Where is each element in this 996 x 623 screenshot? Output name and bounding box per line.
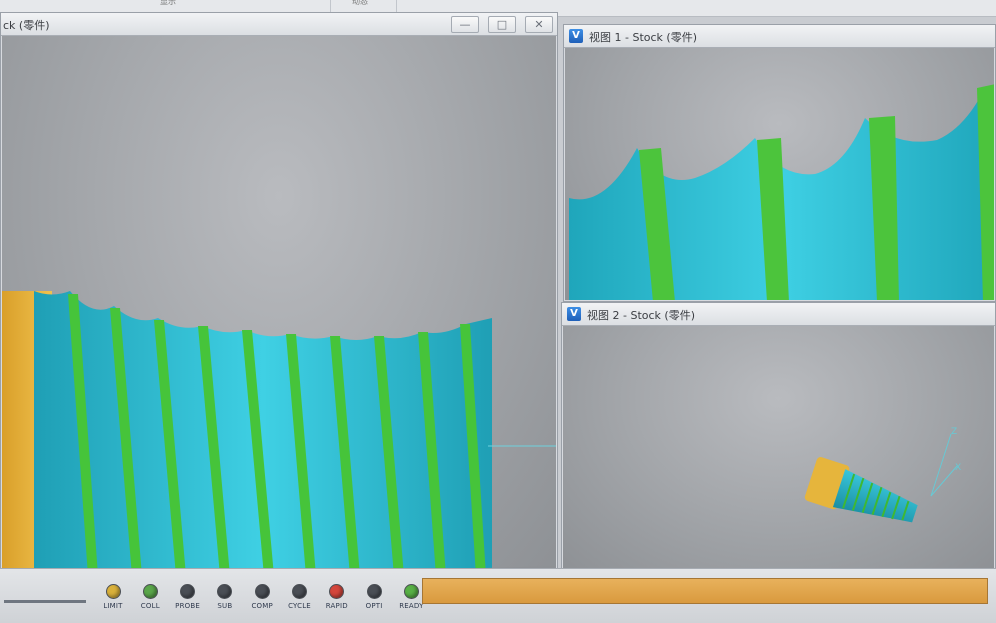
indicator-cycle[interactable]: CYCLE (283, 584, 317, 614)
indicator-label: LIMIT (103, 602, 123, 610)
cycle-lamp-icon (292, 584, 307, 599)
indicator-label: RAPID (325, 602, 348, 610)
indicator-limit[interactable]: LIMIT (96, 584, 130, 614)
top-strip-left-label: 显示 (160, 0, 176, 6)
main-view-window: ck (零件) — □ ✕ (0, 12, 558, 572)
minimize-button[interactable]: — (451, 16, 479, 33)
indicator-opti[interactable]: OPTI (357, 584, 391, 614)
indicator-coll[interactable]: COLL (133, 584, 167, 614)
view1-title: 视图 1 - Stock (零件) (589, 31, 697, 44)
view2-titlebar[interactable]: V 视图 2 - Stock (零件) (562, 303, 995, 326)
view1-titlebar[interactable]: V 视图 1 - Stock (零件) (564, 25, 995, 48)
opti-lamp-icon (366, 584, 382, 599)
view2-part (804, 457, 918, 523)
view1-window: V 视图 1 - Stock (零件) (563, 24, 996, 302)
view2-window: V 视图 2 - Stock (零件) Z X (561, 302, 996, 570)
ready-lamp-icon (403, 584, 419, 599)
rapid-lamp-icon (329, 584, 345, 599)
top-strip-right-label: 动态 (352, 0, 368, 6)
main-stock-model (2, 291, 556, 570)
indicator-label: OPTI (365, 602, 383, 610)
indicator-sub[interactable]: SUB (208, 584, 242, 614)
close-icon: ✕ (534, 18, 544, 31)
axis-triad (930, 433, 958, 497)
probe-lamp-icon (180, 584, 196, 599)
view2-title: 视图 2 - Stock (零件) (587, 309, 695, 322)
indicator-label: CYCLE (288, 602, 311, 610)
indicator-probe[interactable]: PROBE (171, 584, 205, 614)
axis-x-label: X (955, 463, 961, 473)
main-window-titlebar[interactable]: ck (零件) — □ ✕ (1, 13, 557, 36)
view2-stock-overview: Z X (804, 427, 961, 523)
view2-app-icon: V (567, 307, 581, 321)
view1-stock-closeup (569, 84, 994, 300)
view1-app-icon: V (569, 29, 583, 43)
view1-3d-viewport[interactable] (565, 48, 994, 300)
indicator-comp[interactable]: COMP (245, 584, 279, 614)
main-3d-viewport[interactable] (2, 36, 556, 570)
comp-lamp-icon (254, 584, 270, 599)
close-button[interactable]: ✕ (525, 16, 553, 33)
minimize-icon: — (459, 18, 471, 31)
view2-3d-viewport[interactable]: Z X (563, 326, 994, 568)
indicator-rapid[interactable]: RAPID (320, 584, 354, 614)
indicator-label: PROBE (175, 602, 200, 610)
coll-lamp-icon (142, 584, 158, 599)
indicator-label: COMP (251, 602, 273, 610)
maximize-button[interactable]: □ (488, 16, 516, 33)
axis-z-label: Z (951, 427, 957, 437)
indicator-label: SUB (217, 602, 233, 610)
simulation-progress-bar[interactable] (422, 578, 988, 604)
sub-lamp-icon (217, 584, 233, 599)
indicator-label: COLL (140, 602, 160, 610)
maximize-icon: □ (496, 18, 508, 31)
limit-lamp-icon (105, 584, 121, 599)
main-window-title: ck (零件) (3, 19, 50, 32)
status-left-slider[interactable] (4, 600, 86, 603)
